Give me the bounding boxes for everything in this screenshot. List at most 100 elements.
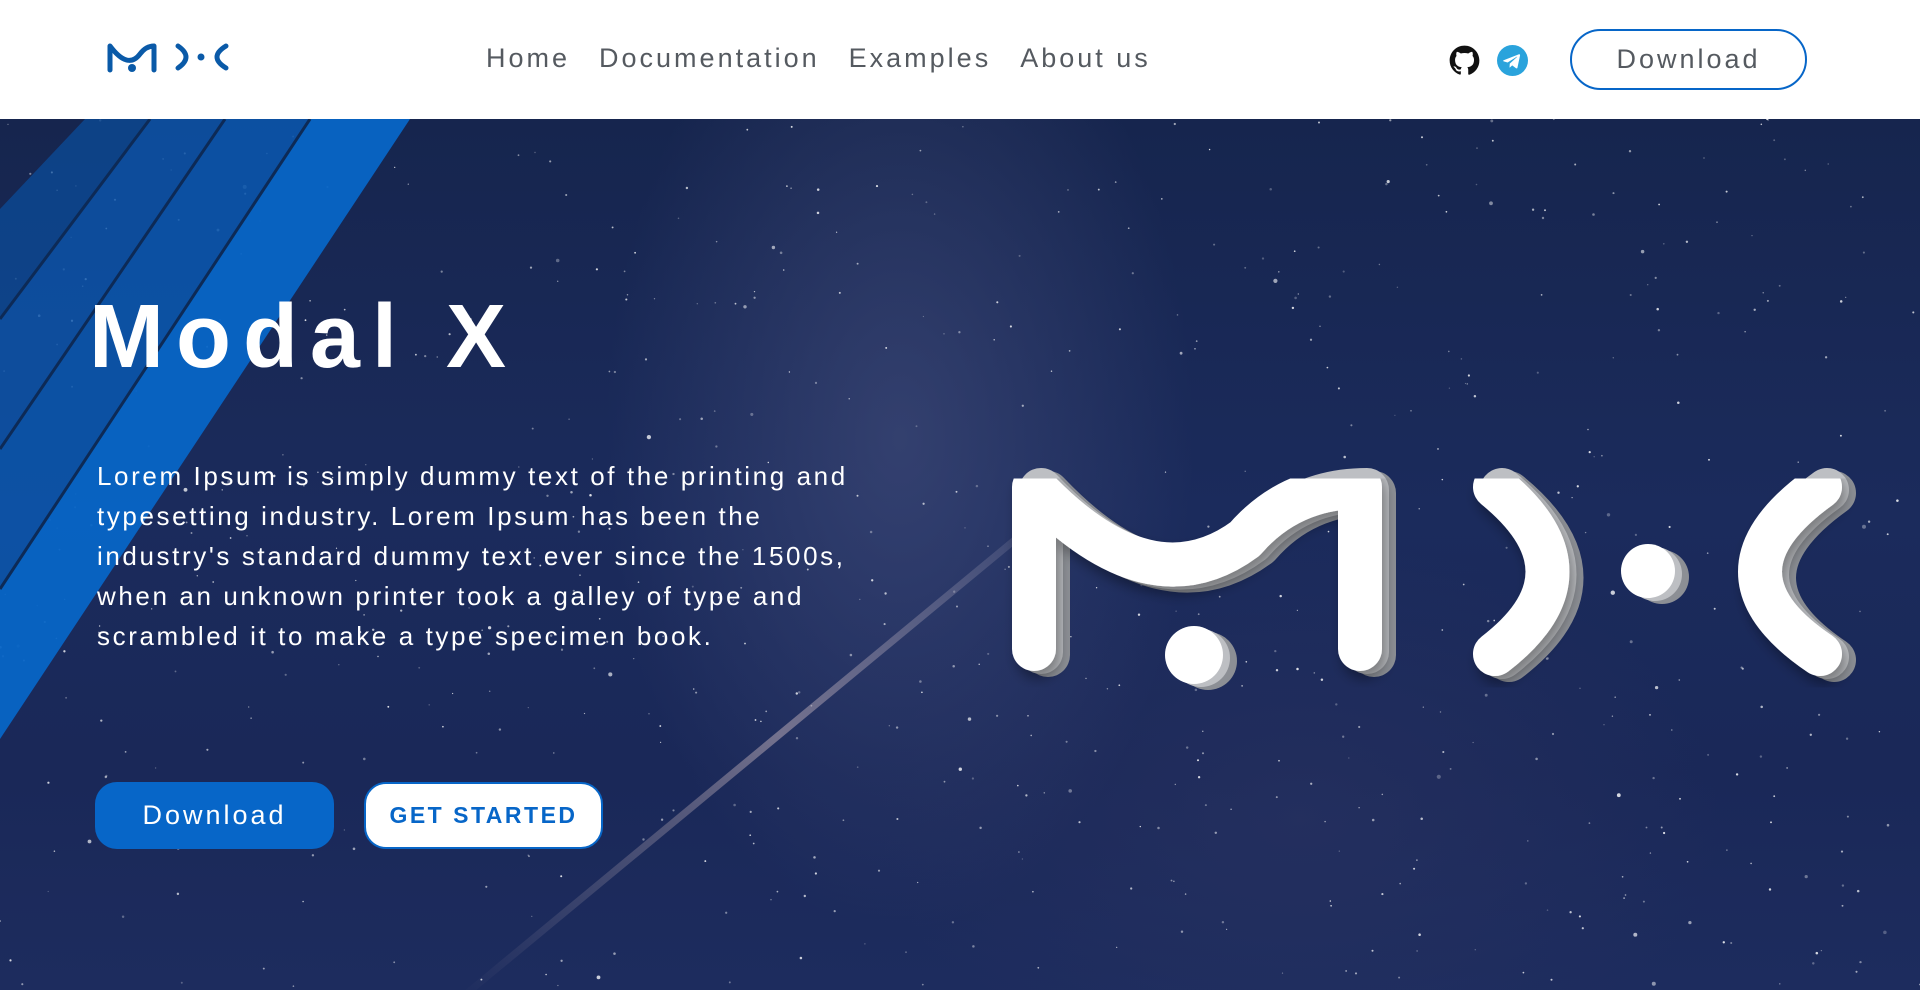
star [1381, 893, 1384, 896]
star [1057, 211, 1060, 213]
star [47, 781, 50, 784]
star [1707, 753, 1710, 756]
star [1050, 370, 1053, 372]
star [715, 240, 718, 243]
star [534, 151, 536, 154]
star [962, 126, 964, 128]
star [1760, 123, 1763, 126]
star [1623, 897, 1625, 899]
star [746, 128, 749, 131]
star [1662, 831, 1666, 835]
star [790, 125, 793, 128]
nav-examples[interactable]: Examples [849, 40, 992, 76]
star [302, 900, 304, 903]
star [1474, 948, 1477, 951]
star [1886, 823, 1890, 827]
star [925, 201, 928, 204]
star [1273, 278, 1278, 284]
star [1657, 329, 1661, 332]
star [1157, 826, 1160, 830]
star [1179, 351, 1183, 355]
star [1773, 795, 1776, 798]
nav-documentation[interactable]: Documentation [599, 40, 820, 76]
star [915, 425, 918, 428]
star [1139, 825, 1141, 828]
star [1662, 242, 1665, 245]
star [1385, 182, 1388, 186]
star [1612, 357, 1614, 359]
star [1546, 909, 1549, 911]
star [1184, 893, 1187, 895]
star [1629, 293, 1632, 297]
star [1180, 930, 1184, 933]
star [549, 160, 552, 163]
star [1778, 284, 1781, 287]
star [1278, 759, 1280, 762]
star [1338, 850, 1340, 852]
star [1845, 737, 1849, 740]
github-icon[interactable] [1449, 45, 1480, 76]
star [919, 149, 922, 152]
star [1436, 774, 1441, 779]
star [1524, 882, 1528, 885]
star [176, 892, 180, 896]
star [623, 270, 626, 273]
star [206, 748, 209, 751]
star [1170, 879, 1173, 882]
star [685, 186, 689, 190]
star [154, 767, 157, 769]
star [1522, 971, 1525, 974]
star [753, 290, 756, 293]
nav-home[interactable]: Home [486, 40, 570, 76]
star [557, 280, 559, 282]
star [1317, 246, 1320, 249]
mdx-logo-icon[interactable] [106, 40, 230, 74]
nav-about-us[interactable]: About us [1020, 40, 1151, 76]
star [1587, 428, 1589, 431]
star [1730, 941, 1733, 945]
star [993, 339, 995, 341]
get-started-button[interactable]: GET STARTED [364, 782, 603, 849]
star [1396, 286, 1399, 288]
star [1840, 850, 1844, 853]
star [1130, 887, 1133, 890]
star [565, 193, 568, 197]
star [1750, 862, 1752, 865]
star [1118, 328, 1121, 331]
star [1912, 311, 1915, 314]
header-download-button[interactable]: Download [1570, 29, 1807, 90]
star [1326, 366, 1329, 369]
star [1078, 821, 1081, 824]
star [1540, 294, 1543, 296]
telegram-icon[interactable] [1497, 45, 1528, 76]
star [555, 258, 560, 263]
star [1378, 263, 1381, 266]
star [1624, 894, 1627, 896]
star [713, 410, 716, 412]
star [790, 187, 792, 190]
star [1603, 724, 1605, 726]
star [1358, 807, 1360, 809]
star [1703, 157, 1705, 159]
star [1686, 860, 1689, 863]
star [1846, 815, 1849, 818]
star [1536, 371, 1539, 374]
star [1342, 735, 1345, 738]
hero-download-button[interactable]: Download [95, 782, 334, 849]
star [1896, 499, 1899, 502]
star [1856, 889, 1860, 893]
star [816, 211, 820, 215]
star [1009, 325, 1012, 328]
star [1342, 270, 1345, 273]
star [848, 398, 850, 400]
star [1196, 759, 1200, 762]
star [1116, 946, 1118, 949]
star [1067, 189, 1069, 191]
star [529, 266, 533, 269]
star [1839, 300, 1843, 303]
star [1550, 978, 1553, 981]
star [1735, 773, 1739, 776]
star [1319, 325, 1321, 328]
star [1389, 119, 1392, 122]
star [1261, 257, 1265, 260]
